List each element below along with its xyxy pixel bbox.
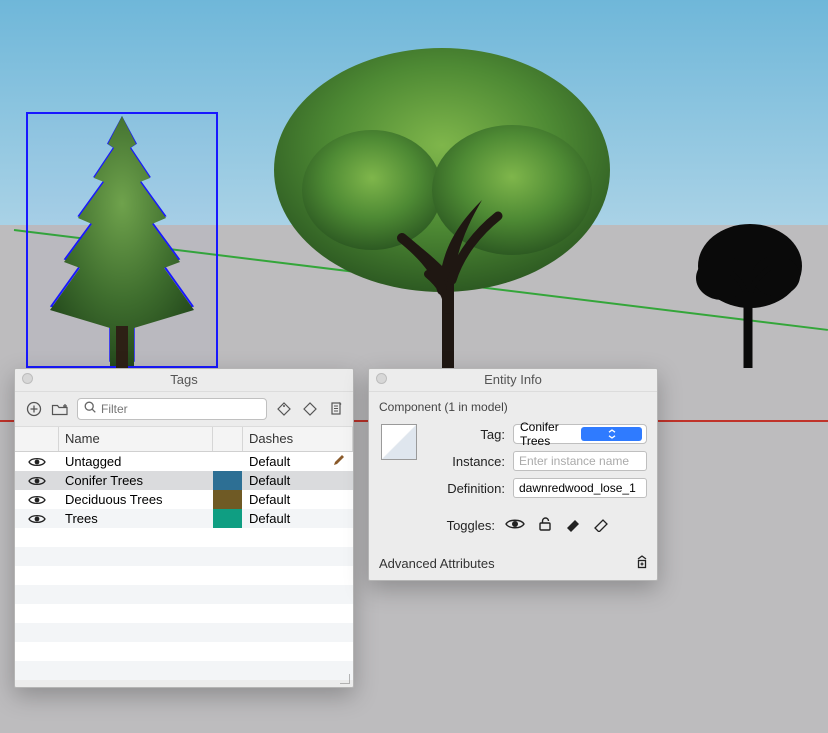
add-tag-button[interactable]	[25, 400, 43, 418]
tag-row[interactable]: Conifer Trees Default	[15, 471, 353, 490]
empty-row	[15, 604, 353, 623]
toggles-row	[503, 516, 647, 535]
tag-color-swatch[interactable]	[213, 509, 242, 528]
tag-dash[interactable]: Default	[243, 473, 353, 488]
label-instance: Instance:	[435, 454, 513, 469]
entity-info-close-button[interactable]	[376, 373, 387, 384]
tree-silhouette[interactable]	[680, 218, 810, 368]
empty-row	[15, 642, 353, 661]
tags-header-name[interactable]: Name	[59, 427, 213, 451]
advanced-attributes-row[interactable]: Advanced Attributes	[369, 547, 657, 580]
tags-search-input[interactable]	[101, 402, 260, 416]
entity-info-title: Entity Info	[484, 372, 542, 387]
toggle-visible-icon[interactable]	[505, 517, 525, 534]
tag-color-swatch[interactable]	[213, 471, 242, 490]
entity-info-panel[interactable]: Entity Info Component (1 in model) Tag: …	[368, 368, 658, 581]
label-tag: Tag:	[435, 427, 513, 442]
instance-input[interactable]	[513, 451, 647, 471]
tree-deciduous[interactable]	[262, 40, 622, 400]
tags-header-row: Name Dashes	[15, 427, 353, 452]
entity-thumbnail[interactable]	[381, 424, 417, 460]
tags-header-visibility[interactable]	[15, 427, 59, 451]
tags-panel[interactable]: Tags Name Dashes UntaggedDefaultConif	[14, 368, 354, 688]
tree-conifer[interactable]	[30, 116, 214, 370]
tags-panel-close-button[interactable]	[22, 373, 33, 384]
tag-outline-button[interactable]	[301, 400, 319, 418]
visibility-toggle-icon[interactable]	[28, 475, 46, 487]
visibility-toggle-icon[interactable]	[28, 456, 46, 468]
tags-header-color[interactable]	[213, 427, 243, 451]
tags-panel-title: Tags	[170, 372, 197, 387]
tag-dash[interactable]: Default	[243, 453, 353, 470]
tags-panel-titlebar[interactable]: Tags	[15, 369, 353, 392]
tag-dash[interactable]: Default	[243, 511, 353, 526]
entity-info-titlebar[interactable]: Entity Info	[369, 369, 657, 392]
toggle-lock-icon[interactable]	[537, 516, 553, 535]
tag-dropdown[interactable]: Conifer Trees	[513, 424, 647, 444]
tag-dropdown-value: Conifer Trees	[520, 420, 581, 448]
label-definition: Definition:	[435, 481, 513, 496]
label-toggles: Toggles:	[379, 518, 503, 533]
tags-menu-button[interactable]	[327, 400, 345, 418]
tag-name[interactable]: Untagged	[59, 454, 213, 469]
empty-row	[15, 585, 353, 604]
definition-input[interactable]	[513, 478, 647, 498]
tag-row[interactable]: Deciduous Trees Default	[15, 490, 353, 509]
expand-icon	[635, 555, 649, 572]
tag-name[interactable]: Deciduous Trees	[59, 492, 213, 507]
empty-row	[15, 547, 353, 566]
tag-row[interactable]: Trees Default	[15, 509, 353, 528]
tags-search[interactable]	[77, 398, 267, 420]
tag-name[interactable]: Trees	[59, 511, 213, 526]
toggle-shadow-cast-icon[interactable]	[565, 516, 581, 535]
pencil-icon	[332, 453, 346, 470]
entity-info-subtitle: Component (1 in model)	[369, 392, 657, 420]
tag-color-swatch[interactable]	[213, 490, 242, 509]
tag-name[interactable]: Conifer Trees	[59, 473, 213, 488]
add-tag-folder-button[interactable]	[51, 400, 69, 418]
empty-row	[15, 661, 353, 680]
empty-row	[15, 566, 353, 585]
tags-list[interactable]: UntaggedDefaultConifer TreesDefaultDecid…	[15, 452, 353, 680]
empty-row	[15, 528, 353, 547]
tags-panel-resize-handle[interactable]	[337, 671, 351, 685]
toggle-shadow-receive-icon[interactable]	[593, 516, 609, 535]
dropdown-arrow-icon	[581, 427, 642, 441]
advanced-attributes-label: Advanced Attributes	[379, 556, 495, 571]
tags-header-dashes[interactable]: Dashes	[243, 427, 353, 451]
tags-toolbar	[15, 392, 353, 427]
search-icon	[84, 401, 97, 417]
empty-row	[15, 623, 353, 642]
visibility-toggle-icon[interactable]	[28, 513, 46, 525]
visibility-toggle-icon[interactable]	[28, 494, 46, 506]
tag-row[interactable]: Untagged Default	[15, 452, 353, 471]
tag-tool-button[interactable]	[275, 400, 293, 418]
tag-dash[interactable]: Default	[243, 492, 353, 507]
